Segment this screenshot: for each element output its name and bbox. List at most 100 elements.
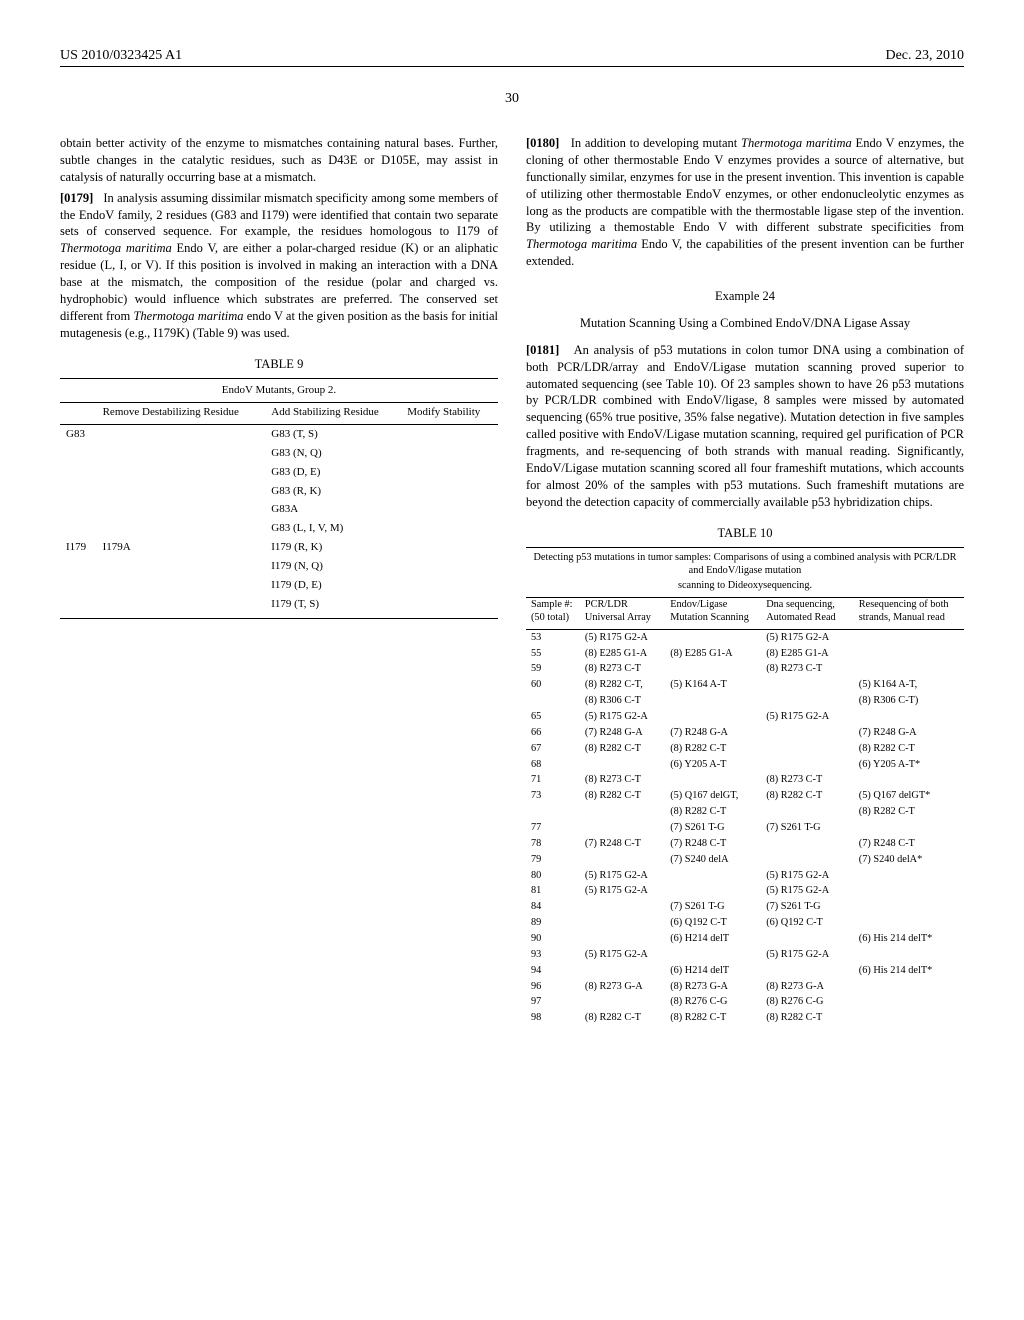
table-cell — [401, 538, 498, 557]
table-9: EndoV Mutants, Group 2. Remove Destabili… — [60, 378, 498, 618]
table-cell — [580, 900, 665, 916]
table-cell: (8) R282 C-T — [854, 805, 964, 821]
col-head: Remove Destabilizing Residue — [97, 403, 266, 425]
table-cell: 81 — [526, 884, 580, 900]
table-cell — [580, 963, 665, 979]
table-cell: I179 (T, S) — [265, 595, 401, 618]
para-num: [0180] — [526, 136, 559, 150]
col-head: PCR/LDR Universal Array — [580, 597, 665, 629]
table-cell: (8) R273 G-A — [580, 979, 665, 995]
table-cell — [761, 836, 854, 852]
table-cell: 53 — [526, 630, 580, 646]
table-cell: 68 — [526, 757, 580, 773]
body-text: [0179] In analysis assuming dissimilar m… — [60, 190, 498, 342]
table-cell: 66 — [526, 725, 580, 741]
table-cell — [401, 595, 498, 618]
table-cell — [665, 868, 761, 884]
table-cell: I179 (R, K) — [265, 538, 401, 557]
table-cell: (8) E285 G1-A — [665, 646, 761, 662]
table-cell: G83 (L, I, V, M) — [265, 519, 401, 538]
table-cell: 59 — [526, 662, 580, 678]
table-cell — [580, 757, 665, 773]
body-text-span: In addition to developing mutant — [571, 136, 741, 150]
table-cell: 90 — [526, 932, 580, 948]
col-head: Dna sequencing, Automated Read — [761, 597, 854, 629]
table-cell — [97, 482, 266, 501]
table-cell: (8) R273 C-T — [580, 662, 665, 678]
table-row: G83G83 (T, S) — [60, 425, 498, 444]
table-cell — [401, 519, 498, 538]
table-cell: G83 — [60, 425, 97, 444]
body-text: [0181] An analysis of p53 mutations in c… — [526, 342, 964, 511]
table-cell: I179 — [60, 538, 97, 557]
table-cell: (8) R273 G-A — [761, 979, 854, 995]
table-row: I179 (D, E) — [60, 576, 498, 595]
table-cell: (6) H214 delT — [665, 932, 761, 948]
table-cell — [97, 595, 266, 618]
table-cell — [60, 500, 97, 519]
table-cell — [97, 444, 266, 463]
table-cell — [854, 820, 964, 836]
table-cell: G83 (R, K) — [265, 482, 401, 501]
italic-term: Thermotoga maritima — [60, 241, 172, 255]
table-cell: (7) R248 C-T — [580, 836, 665, 852]
table-cell: (6) His 214 delT* — [854, 932, 964, 948]
table-cell — [401, 463, 498, 482]
table-cell: (8) R282 C-T — [761, 1011, 854, 1027]
header-rule — [60, 66, 964, 67]
table-cell: (5) R175 G2-A — [761, 630, 854, 646]
table-cell: (8) R276 C-G — [665, 995, 761, 1011]
table-cell — [761, 757, 854, 773]
table-cell: (7) S261 T-G — [665, 900, 761, 916]
table-cell: (7) R248 G-A — [854, 725, 964, 741]
left-column: obtain better activity of the enzyme to … — [60, 135, 498, 1027]
italic-term: Thermotoga maritima — [741, 136, 852, 150]
table-cell — [854, 916, 964, 932]
table-row: (8) R282 C-T(8) R282 C-T — [526, 805, 964, 821]
table-cell — [854, 773, 964, 789]
table-cell — [854, 979, 964, 995]
table-caption: Detecting p53 mutations in tumor samples… — [526, 548, 964, 580]
table-cell — [761, 725, 854, 741]
table-row: 66(7) R248 G-A(7) R248 G-A(7) R248 G-A — [526, 725, 964, 741]
table-cell — [854, 995, 964, 1011]
table-cell: (5) R175 G2-A — [580, 630, 665, 646]
table-row: 77(7) S261 T-G(7) S261 T-G — [526, 820, 964, 836]
table-cell: (8) R282 C-T — [854, 741, 964, 757]
table-cell: (5) R175 G2-A — [580, 947, 665, 963]
body-text: [0180] In addition to developing mutant … — [526, 135, 964, 270]
table-cell — [665, 709, 761, 725]
example-title: Mutation Scanning Using a Combined EndoV… — [526, 315, 964, 332]
table-row: 97(8) R276 C-G(8) R276 C-G — [526, 995, 964, 1011]
table-cell: (6) Y205 A-T* — [854, 757, 964, 773]
table-cell: (8) R273 C-T — [761, 773, 854, 789]
table-row: 93(5) R175 G2-A(5) R175 G2-A — [526, 947, 964, 963]
body-text-span: In analysis assuming dissimilar mismatch… — [60, 191, 498, 239]
table-row: 90 (6) H214 delT (6) His 214 delT* — [526, 932, 964, 948]
table-row: 81(5) R175 G2-A(5) R175 G2-A — [526, 884, 964, 900]
table-cell — [97, 576, 266, 595]
table-cell: 80 — [526, 868, 580, 884]
table-cell — [97, 463, 266, 482]
col-head: Sample #: (50 total) — [526, 597, 580, 629]
table-row: G83A — [60, 500, 498, 519]
table-cell — [60, 576, 97, 595]
page-header: US 2010/0323425 A1 Dec. 23, 2010 — [60, 48, 964, 64]
table-title: TABLE 9 — [60, 356, 498, 373]
table-cell — [60, 463, 97, 482]
table-cell — [854, 646, 964, 662]
table-cell — [97, 519, 266, 538]
table-cell: (8) R273 C-T — [580, 773, 665, 789]
table-cell: (5) K164 A-T — [665, 678, 761, 694]
table-row: 53(5) R175 G2-A(5) R175 G2-A — [526, 630, 964, 646]
table-cell — [854, 630, 964, 646]
table-cell: (7) R248 G-A — [580, 725, 665, 741]
table-cell: (7) R248 C-T — [854, 836, 964, 852]
table-row: I179I179AI179 (R, K) — [60, 538, 498, 557]
table-cell: (7) R248 G-A — [665, 725, 761, 741]
table-cell: (8) R282 C-T, — [580, 678, 665, 694]
publication-date: Dec. 23, 2010 — [885, 48, 964, 64]
para-num: [0179] — [60, 191, 93, 205]
table-cell — [761, 932, 854, 948]
table-cell: 65 — [526, 709, 580, 725]
